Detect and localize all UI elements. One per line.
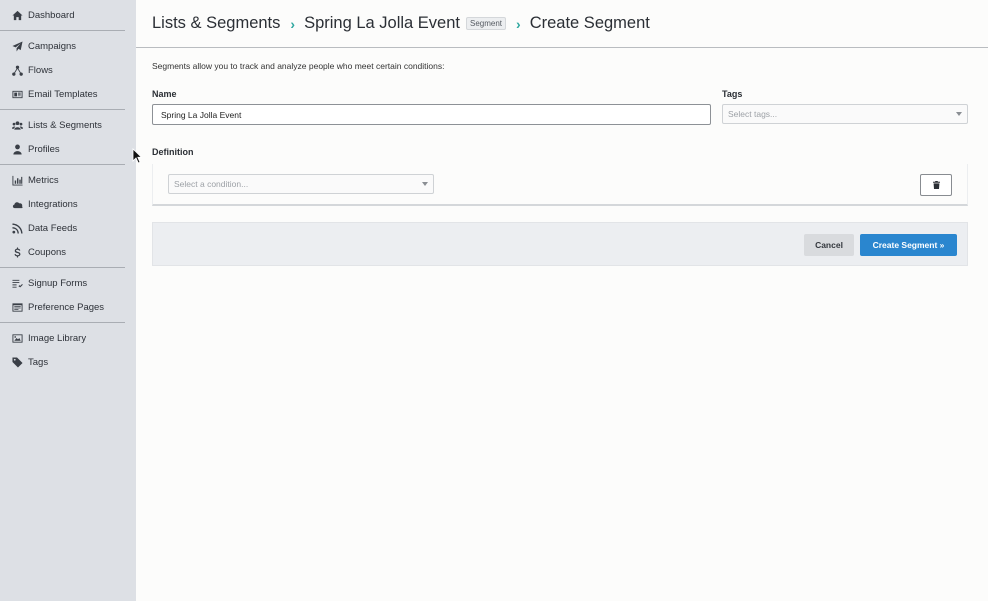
sidebar-item-label: Image Library <box>28 332 87 344</box>
sidebar-item-image-library[interactable]: Image Library <box>0 326 125 350</box>
sidebar-item-data-feeds[interactable]: Data Feeds <box>0 216 125 240</box>
form-icon <box>11 301 24 313</box>
nav-group-data: Metrics Integrations Data Feeds Coupons <box>0 165 125 268</box>
sidebar-item-label: Metrics <box>28 174 59 186</box>
sidebar-item-profiles[interactable]: Profiles <box>0 137 125 161</box>
main-content: Lists & Segments › Spring La Jolla Event… <box>136 0 988 601</box>
sidebar-item-label: Data Feeds <box>28 222 78 234</box>
flow-icon <box>11 64 24 76</box>
sidebar-item-dashboard[interactable]: Dashboard <box>0 3 125 27</box>
sidebar-item-label: Signup Forms <box>28 277 88 289</box>
intro-text: Segments allow you to track and analyze … <box>152 61 445 71</box>
sidebar-item-label: Integrations <box>28 198 78 210</box>
sidebar-item-signup-forms[interactable]: Signup Forms <box>0 271 125 295</box>
chevron-right-icon: › <box>290 15 296 32</box>
cancel-button[interactable]: Cancel <box>804 234 854 256</box>
email-template-icon <box>11 88 24 100</box>
breadcrumb: Lists & Segments › Spring La Jolla Event… <box>136 0 988 48</box>
nav-group-messaging: Campaigns Flows Email Templates <box>0 31 125 110</box>
create-segment-button[interactable]: Create Segment » <box>860 234 957 256</box>
page-title: Create Segment <box>529 14 650 32</box>
sidebar-item-label: Campaigns <box>28 40 77 52</box>
sidebar-item-label: Coupons <box>28 246 67 258</box>
bar-chart-icon <box>11 174 24 186</box>
chevron-down-icon <box>956 112 962 116</box>
delete-condition-button[interactable] <box>920 174 952 196</box>
image-icon <box>11 332 24 344</box>
sidebar-item-label: Dashboard <box>28 9 75 21</box>
sidebar-item-flows[interactable]: Flows <box>0 58 125 82</box>
sidebar-item-integrations[interactable]: Integrations <box>0 192 125 216</box>
user-icon <box>11 143 24 155</box>
nav-group-assets: Image Library Tags <box>0 323 125 377</box>
sidebar-item-coupons[interactable]: Coupons <box>0 240 125 264</box>
sidebar-item-label: Profiles <box>28 143 60 155</box>
rss-icon <box>11 222 24 234</box>
paper-plane-icon <box>11 40 24 52</box>
breadcrumb-lists-segments[interactable]: Lists & Segments <box>152 14 280 33</box>
sidebar: Dashboard Campaigns Flows Email Template… <box>0 0 136 601</box>
dollar-icon <box>11 246 24 258</box>
tags-select[interactable]: Select tags... <box>722 104 968 124</box>
sidebar-item-metrics[interactable]: Metrics <box>0 168 125 192</box>
tags-select-placeholder: Select tags... <box>728 109 778 119</box>
tags-label: Tags <box>722 89 743 99</box>
sidebar-item-email-templates[interactable]: Email Templates <box>0 82 125 106</box>
chevron-down-icon <box>422 182 428 186</box>
nav-group-home: Dashboard <box>0 0 125 31</box>
sidebar-item-label: Tags <box>28 356 49 368</box>
sidebar-item-label: Preference Pages <box>28 301 105 313</box>
sidebar-item-label: Flows <box>28 64 53 76</box>
segment-name-input[interactable] <box>152 104 711 125</box>
home-icon <box>11 9 24 21</box>
sidebar-item-lists-segments[interactable]: Lists & Segments <box>0 113 125 137</box>
users-icon <box>11 119 24 131</box>
condition-select-placeholder: Select a condition... <box>174 179 249 189</box>
nav-group-forms: Signup Forms Preference Pages <box>0 268 125 323</box>
sidebar-item-preference-pages[interactable]: Preference Pages <box>0 295 125 319</box>
tag-icon <box>11 356 24 368</box>
definition-label: Definition <box>152 147 194 157</box>
name-label: Name <box>152 89 177 99</box>
cloud-icon <box>11 198 24 210</box>
condition-select[interactable]: Select a condition... <box>168 174 434 194</box>
sidebar-item-campaigns[interactable]: Campaigns <box>0 34 125 58</box>
sidebar-item-label: Email Templates <box>28 88 98 100</box>
segment-type-badge: Segment <box>466 17 507 30</box>
breadcrumb-segment-name[interactable]: Spring La Jolla Event <box>304 14 460 33</box>
list-icon <box>11 277 24 289</box>
chevron-right-icon: › <box>516 15 521 32</box>
sidebar-item-label: Lists & Segments <box>28 119 102 131</box>
sidebar-item-tags[interactable]: Tags <box>0 350 125 374</box>
nav-group-audience: Lists & Segments Profiles <box>0 110 125 165</box>
trash-icon <box>932 181 940 189</box>
